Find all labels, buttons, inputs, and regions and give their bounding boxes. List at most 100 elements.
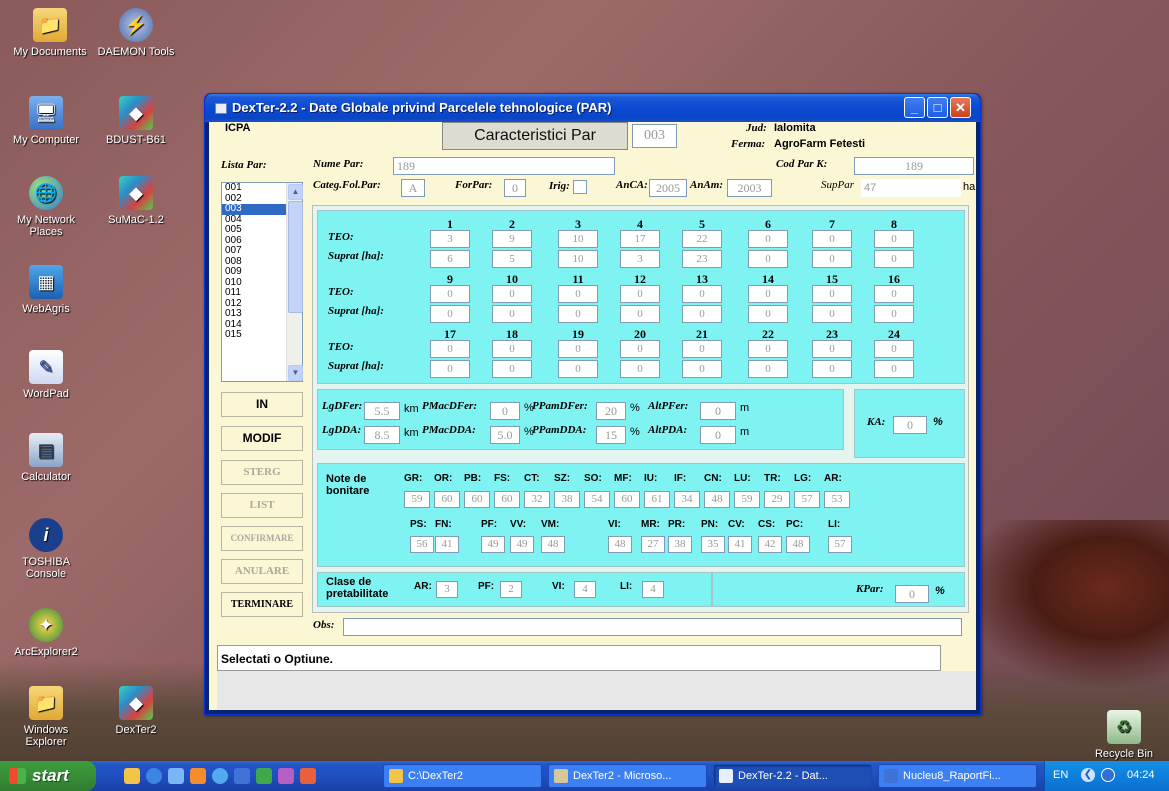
teo-field[interactable]: 0 (812, 285, 852, 303)
note-value-field[interactable]: 60 (434, 491, 460, 508)
task-dexter[interactable]: DexTer-2.2 - Dat... (713, 764, 872, 788)
note-value-field[interactable]: 38 (554, 491, 580, 508)
scroll-up-icon[interactable]: ▲ (288, 184, 303, 200)
note-value-field[interactable]: 59 (734, 491, 760, 508)
suprat-field[interactable]: 0 (812, 250, 852, 268)
suprat-field[interactable]: 0 (812, 360, 852, 378)
desktop-icon-daemon-tools[interactable]: ⚡ DAEMON Tools (94, 8, 178, 58)
teo-field[interactable]: 0 (682, 285, 722, 303)
teo-field[interactable]: 0 (620, 340, 660, 358)
categ-field[interactable]: A (401, 179, 425, 197)
ka-field[interactable]: 0 (893, 416, 927, 434)
note-value-field[interactable]: 57 (794, 491, 820, 508)
suprat-field[interactable]: 0 (812, 305, 852, 323)
quicklaunch-app-icon[interactable] (278, 768, 294, 784)
terminare-button[interactable]: TERMINARE (221, 592, 303, 617)
suprat-field[interactable]: 0 (558, 360, 598, 378)
nume-par-field[interactable]: 189 (393, 157, 615, 175)
note-value-field[interactable]: 32 (524, 491, 550, 508)
desktop-icon-recycle-bin[interactable]: ♻ Recycle Bin (1082, 710, 1166, 760)
search-icon[interactable] (1101, 768, 1115, 782)
ppamdfer-field[interactable]: 20 (596, 402, 626, 420)
confirmare-button[interactable]: CONFIRMARE (221, 526, 303, 551)
suprat-field[interactable]: 0 (620, 360, 660, 378)
note-value-field[interactable]: 42 (758, 536, 782, 553)
note-value-field[interactable]: 60 (614, 491, 640, 508)
lgdda-field[interactable]: 8.5 (364, 426, 400, 444)
clase-value-field[interactable]: 2 (500, 581, 522, 598)
desktop-icon-windows-explorer[interactable]: 📁 Windows Explorer (4, 686, 88, 748)
obs-field[interactable] (343, 618, 962, 636)
teo-field[interactable]: 0 (558, 340, 598, 358)
suprat-field[interactable]: 0 (620, 305, 660, 323)
suprat-field[interactable]: 3 (620, 250, 660, 268)
note-value-field[interactable]: 41 (435, 536, 459, 553)
suprat-field[interactable]: 0 (748, 305, 788, 323)
note-value-field[interactable]: 41 (728, 536, 752, 553)
scroll-thumb[interactable] (288, 201, 303, 313)
teo-field[interactable]: 0 (874, 230, 914, 248)
anam-field[interactable]: 2003 (727, 179, 772, 197)
suprat-field[interactable]: 0 (874, 250, 914, 268)
altpda-field[interactable]: 0 (700, 426, 736, 444)
quicklaunch-messenger-icon[interactable] (212, 768, 228, 784)
desktop-icon-my-documents[interactable]: 📁 My Documents (8, 8, 92, 58)
ppamdda-field[interactable]: 15 (596, 426, 626, 444)
suprat-field[interactable]: 0 (492, 360, 532, 378)
teo-field[interactable]: 0 (492, 340, 532, 358)
note-value-field[interactable]: 27 (641, 536, 665, 553)
quicklaunch-media-icon[interactable] (190, 768, 206, 784)
desktop-icon-bdust[interactable]: ◆ BDUST-B61 (94, 96, 178, 146)
note-value-field[interactable]: 56 (410, 536, 434, 553)
note-value-field[interactable]: 35 (701, 536, 725, 553)
kpar-field[interactable]: 0 (895, 585, 929, 603)
desktop-icon-wordpad[interactable]: ✎ WordPad (4, 350, 88, 400)
suprat-field[interactable]: 0 (492, 305, 532, 323)
desktop-icon-arcexplorer[interactable]: ✦ ArcExplorer2 (4, 608, 88, 658)
teo-field[interactable]: 10 (558, 230, 598, 248)
note-value-field[interactable]: 57 (828, 536, 852, 553)
teo-field[interactable]: 0 (430, 285, 470, 303)
note-value-field[interactable]: 48 (541, 536, 565, 553)
note-value-field[interactable]: 49 (510, 536, 534, 553)
pmacdda-field[interactable]: 5.0 (490, 426, 520, 444)
irig-checkbox[interactable] (573, 180, 587, 194)
suprat-field[interactable]: 0 (682, 305, 722, 323)
suprat-field[interactable]: 6 (430, 250, 470, 268)
suprat-field[interactable]: 0 (430, 360, 470, 378)
sterg-button[interactable]: STERG (221, 460, 303, 485)
suprat-field[interactable]: 0 (748, 360, 788, 378)
title-bar[interactable]: DexTer-2.2 - Date Globale privind Parcel… (205, 94, 980, 122)
parcel-list[interactable]: 001 002 003 004 005 006 007 008 009 010 011 012 013 0… (221, 182, 303, 382)
teo-field[interactable]: 22 (682, 230, 722, 248)
note-value-field[interactable]: 34 (674, 491, 700, 508)
suppar-field[interactable]: 47 (861, 179, 961, 197)
desktop-icon-toshiba-console[interactable]: i TOSHIBA Console (4, 518, 88, 580)
scroll-down-icon[interactable]: ▼ (288, 365, 303, 381)
tray-arrow-icon[interactable]: ❮ (1081, 768, 1095, 782)
note-value-field[interactable]: 29 (764, 491, 790, 508)
teo-field[interactable]: 0 (874, 340, 914, 358)
teo-field[interactable]: 17 (620, 230, 660, 248)
teo-field[interactable]: 0 (812, 230, 852, 248)
desktop-icon-network-places[interactable]: 🌐 My Network Places (4, 176, 88, 238)
note-value-field[interactable]: 48 (786, 536, 810, 553)
suprat-field[interactable]: 10 (558, 250, 598, 268)
lgdfer-field[interactable]: 5.5 (364, 402, 400, 420)
pmacdfer-field[interactable]: 0 (490, 402, 520, 420)
start-button[interactable]: start (0, 761, 96, 791)
teo-field[interactable]: 0 (558, 285, 598, 303)
desktop-icon-calculator[interactable]: ▤ Calculator (4, 433, 88, 483)
task-explorer[interactable]: C:\DexTer2 (383, 764, 542, 788)
in-button[interactable]: IN (221, 392, 303, 417)
note-value-field[interactable]: 53 (824, 491, 850, 508)
minimize-button[interactable]: _ (904, 97, 925, 118)
quicklaunch-word-icon[interactable] (234, 768, 250, 784)
note-value-field[interactable]: 60 (494, 491, 520, 508)
note-value-field[interactable]: 59 (404, 491, 430, 508)
quicklaunch-powerpoint-icon[interactable] (300, 768, 316, 784)
desktop-icon-my-computer[interactable]: 🖥 My Computer (4, 96, 88, 146)
note-value-field[interactable]: 54 (584, 491, 610, 508)
desktop-icon-webagris[interactable]: ▦ WebAgris (4, 265, 88, 315)
suprat-field[interactable]: 0 (558, 305, 598, 323)
